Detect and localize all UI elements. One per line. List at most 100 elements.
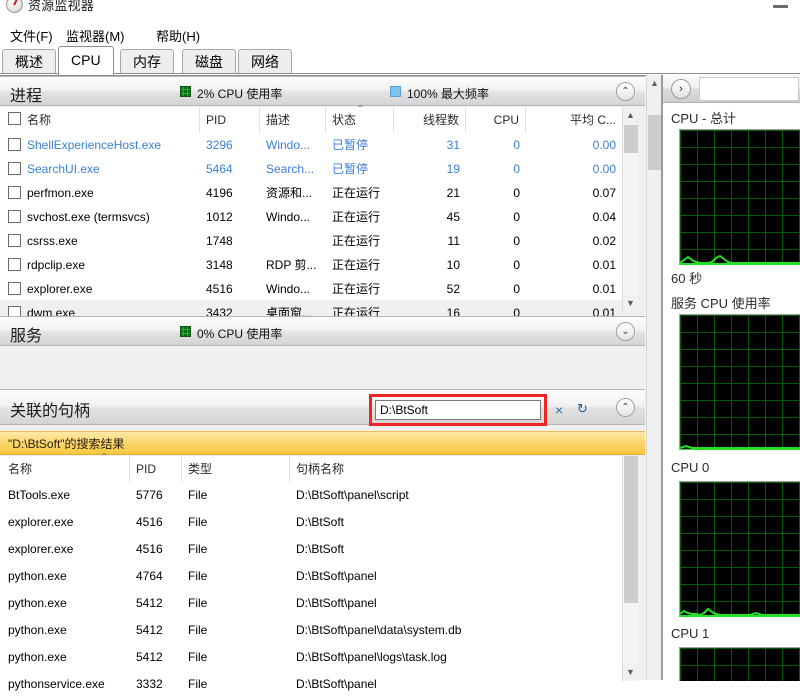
scroll-down-arrow-icon[interactable]: ▼ [623, 295, 638, 312]
menu-monitor[interactable]: 监视器(M) [62, 25, 129, 46]
graphs-expand-icon[interactable]: › [671, 79, 691, 99]
graphs-panel-header: › [663, 75, 800, 103]
process-col-desc[interactable]: 描述 [260, 107, 326, 133]
graph-trace [680, 437, 800, 449]
process-pid: 4196 [200, 181, 260, 205]
tab-overview[interactable]: 概述 [2, 49, 56, 74]
process-pid: 5464 [200, 157, 260, 181]
list-item[interactable]: python.exe 5412 File D:\BtSoft\panel\log… [0, 644, 622, 671]
process-threads: 10 [394, 253, 466, 277]
handle-name: explorer.exe [0, 536, 130, 563]
processes-scrollbar-thumb[interactable] [624, 125, 638, 153]
process-status: 正在运行 [326, 181, 394, 205]
menu-file[interactable]: 文件(F) [6, 25, 57, 46]
handles-scroll-down-arrow-icon[interactable]: ▼ [623, 664, 638, 681]
handles-list[interactable]: BtTools.exe 5776 File D:\BtSoft\panel\sc… [0, 482, 622, 681]
process-pid: 4516 [200, 277, 260, 301]
search-result-banner: "D:\BtSoft"的搜索结果 [0, 431, 645, 455]
handles-collapse-icon[interactable]: ⌃ [616, 398, 635, 417]
table-row[interactable]: rdpclip.exe 3148 RDP 剪... 正在运行 10 0 0.01 [0, 253, 622, 277]
process-threads: 45 [394, 205, 466, 229]
graph-grid [680, 648, 800, 681]
tab-network[interactable]: 网络 [238, 49, 292, 74]
main-scroll-up-arrow-icon[interactable]: ▲ [647, 75, 662, 92]
search-result-text: "D:\BtSoft"的搜索结果 [8, 435, 125, 452]
graph-label-services-cpu: 服务 CPU 使用率 [671, 293, 771, 312]
main-scrollbar-thumb[interactable] [648, 115, 661, 170]
handle-col-handle[interactable]: 句柄名称 [290, 456, 622, 482]
minimize-button[interactable] [768, 2, 794, 14]
handle-type: File [182, 482, 290, 509]
table-row[interactable]: perfmon.exe 4196 资源和... 正在运行 21 0 0.07 [0, 181, 622, 205]
tab-disk[interactable]: 磁盘 [182, 49, 236, 74]
process-desc: RDP 剪... [260, 253, 326, 277]
handle-type: File [182, 644, 290, 671]
services-section-header[interactable]: 服务 0% CPU 使用率 ⌄ [0, 316, 645, 346]
handle-path: D:\BtSoft\panel [290, 590, 622, 617]
handle-search-box[interactable] [375, 400, 541, 420]
table-row[interactable]: svchost.exe (termsvcs) 1012 Windo... 正在运… [0, 205, 622, 229]
process-col-cpu[interactable]: CPU [466, 107, 526, 133]
table-row[interactable]: csrss.exe 1748 正在运行 11 0 0.02 [0, 229, 622, 253]
table-row[interactable]: explorer.exe 4516 Windo... 正在运行 52 0 0.0… [0, 277, 622, 301]
handle-col-pid[interactable]: PID [130, 456, 182, 482]
list-item[interactable]: explorer.exe 4516 File D:\BtSoft [0, 509, 622, 536]
max-frequency-swatch-icon [390, 86, 401, 97]
clear-search-icon[interactable]: × [555, 402, 563, 418]
handle-name: pythonservice.exe [0, 671, 130, 698]
search-input[interactable] [376, 401, 540, 419]
process-name: explorer.exe [0, 277, 200, 301]
process-col-pid[interactable]: PID [200, 107, 260, 133]
process-col-name[interactable]: 名称 [0, 107, 200, 133]
tab-cpu[interactable]: CPU [58, 46, 114, 75]
list-item[interactable]: python.exe 4764 File D:\BtSoft\panel [0, 563, 622, 590]
menu-help[interactable]: 帮助(H) [152, 25, 204, 46]
list-item[interactable]: BtTools.exe 5776 File D:\BtSoft\panel\sc… [0, 482, 622, 509]
handle-path: D:\BtSoft\panel [290, 671, 622, 698]
list-item[interactable]: pythonservice.exe 3332 File D:\BtSoft\pa… [0, 671, 622, 698]
main-scrollbar[interactable]: ▲ [646, 75, 661, 680]
list-item[interactable]: explorer.exe 4516 File D:\BtSoft [0, 536, 622, 563]
process-desc: Windo... [260, 205, 326, 229]
processes-section-header[interactable]: 进程 2% CPU 使用率 100% 最大频率 ⌃ [0, 76, 645, 106]
process-avg: 0.01 [526, 253, 622, 277]
services-expand-icon[interactable]: ⌄ [616, 322, 635, 341]
refresh-search-icon[interactable]: ↻ [577, 402, 588, 415]
processes-list[interactable]: ShellExperienceHost.exe 3296 Windo... 已暂… [0, 133, 622, 300]
processes-max-frequency: 100% 最大频率 [407, 85, 489, 102]
process-col-avg[interactable]: 平均 C... [526, 107, 622, 133]
handle-type: File [182, 590, 290, 617]
table-row[interactable]: SearchUI.exe 5464 Search... 已暂停 19 0 0.0… [0, 157, 622, 181]
scroll-up-arrow-icon[interactable]: ▲ [623, 107, 638, 124]
process-status: 正在运行 [326, 277, 394, 301]
handle-pid: 4516 [130, 536, 182, 563]
list-item[interactable]: python.exe 5412 File D:\BtSoft\panel [0, 590, 622, 617]
process-col-threads[interactable]: 线程数 [394, 107, 466, 133]
handle-pid: 5412 [130, 617, 182, 644]
handle-type: File [182, 617, 290, 644]
handle-col-name[interactable]: 名称 [0, 456, 130, 482]
handle-col-type[interactable]: 类型 [182, 456, 290, 482]
process-status: 正在运行 [326, 253, 394, 277]
process-avg: 0.01 [526, 277, 622, 301]
processes-collapse-icon[interactable]: ⌃ [616, 82, 635, 101]
handles-scrollbar-thumb[interactable] [624, 456, 638, 603]
handles-table-header: 名称 PID 类型 句柄名称 ⌃ [0, 456, 622, 483]
list-item[interactable]: python.exe 5412 File D:\BtSoft\panel\dat… [0, 617, 622, 644]
process-cpu: 0 [466, 229, 526, 253]
table-row[interactable]: ShellExperienceHost.exe 3296 Windo... 已暂… [0, 133, 622, 157]
graph-services-cpu [679, 314, 800, 450]
processes-scrollbar[interactable]: ▲ ▼ [622, 107, 638, 312]
handles-scrollbar[interactable]: ▼ [622, 456, 638, 681]
process-name: csrss.exe [0, 229, 200, 253]
tab-memory[interactable]: 内存 [120, 49, 174, 74]
handle-type: File [182, 509, 290, 536]
process-avg: 0.07 [526, 181, 622, 205]
process-threads: 21 [394, 181, 466, 205]
handle-pid: 5412 [130, 590, 182, 617]
resource-monitor-icon [6, 0, 23, 13]
handles-section-header[interactable]: 关联的句柄 ⌃ [0, 389, 645, 425]
process-avg: 0.00 [526, 157, 622, 181]
graph-label-cpu0: CPU 0 [671, 460, 709, 475]
process-status: 已暂停 [326, 157, 394, 181]
